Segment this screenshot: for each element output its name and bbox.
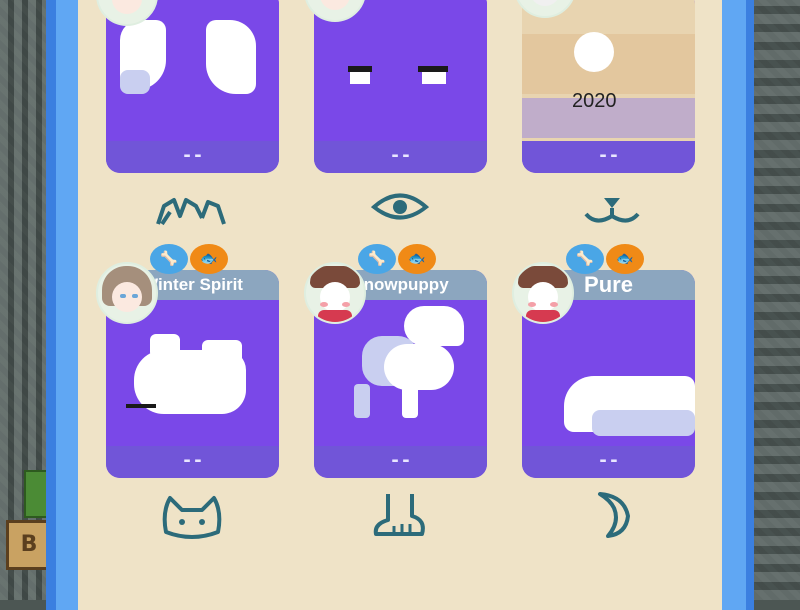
bone-icon: 🦴 xyxy=(150,244,188,274)
card-footer: -- xyxy=(106,446,279,478)
owner-avatar xyxy=(304,262,366,324)
fish-icon: 🐟 xyxy=(606,244,644,274)
eye-icon xyxy=(360,182,440,232)
owner-avatar xyxy=(512,262,574,324)
cat-head-icon xyxy=(152,492,232,542)
bone-icon: 🦴 xyxy=(358,244,396,274)
card-footer: -- xyxy=(522,446,695,478)
fish-icon: 🐟 xyxy=(190,244,228,274)
ears-icon xyxy=(152,186,232,236)
trait-card-eyes[interactable]: -- xyxy=(314,0,487,173)
card-art xyxy=(522,0,695,141)
foot-icon xyxy=(360,490,440,540)
background-right-wall xyxy=(752,0,800,600)
mouth-icon xyxy=(572,186,652,236)
trait-card-ears[interactable]: -- xyxy=(106,0,279,173)
tail-icon xyxy=(572,490,652,540)
trait-card-mouth[interactable]: 2020 -- xyxy=(522,0,695,173)
card-footer: -- xyxy=(314,141,487,173)
card-footer: -- xyxy=(106,141,279,173)
card-footer: -- xyxy=(314,446,487,478)
bone-icon: 🦴 xyxy=(566,244,604,274)
card-year-label: 2020 xyxy=(572,90,617,112)
card-footer: -- xyxy=(522,141,695,173)
owner-avatar xyxy=(96,262,158,324)
fish-icon: 🐟 xyxy=(398,244,436,274)
